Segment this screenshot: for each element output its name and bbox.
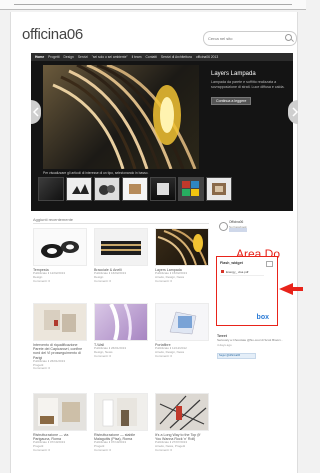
slider-thumbnails <box>38 177 234 201</box>
search-icon[interactable] <box>285 34 292 41</box>
chevron-right-icon <box>292 107 299 117</box>
post-comments[interactable]: Commenti: 0 <box>33 367 85 371</box>
post-card[interactable]: Layers Lampada Pubblicato il 15/02/2013 … <box>155 228 209 284</box>
post-image[interactable] <box>94 303 148 341</box>
post-comments[interactable]: Commenti: 0 <box>94 279 146 284</box>
thumbnail[interactable] <box>206 177 232 201</box>
nav-item-contatti[interactable]: Contatti <box>146 55 157 59</box>
nav-item-progetti[interactable]: Progetti <box>48 55 59 59</box>
post-image[interactable] <box>155 228 209 266</box>
thumbnail[interactable] <box>122 177 148 201</box>
post-comments[interactable]: Commenti: 0 <box>155 354 207 359</box>
post-image[interactable] <box>33 228 87 266</box>
nav-item-home[interactable]: Home <box>35 55 44 59</box>
file-icon <box>221 270 224 273</box>
post-card[interactable]: T-Wall Pubblicato il 26/01/2013 Design, … <box>94 303 148 359</box>
thumbnail[interactable] <box>150 177 176 201</box>
section-title: Aggiunti recentemente <box>33 217 74 222</box>
nav-item-design[interactable]: Design <box>64 55 74 59</box>
post-card[interactable]: Intervento di riqualificazione Parete de… <box>33 303 87 371</box>
thumbnail[interactable] <box>66 177 92 201</box>
social-widget: Officina06 Su Facebook <box>217 218 291 242</box>
nav-item-team[interactable]: Il team <box>132 55 142 59</box>
thumbnail[interactable] <box>178 177 204 201</box>
slide-description: Lampada da parete e soffitto realizzata … <box>211 80 285 89</box>
browser-toolbar <box>0 0 306 10</box>
post-image[interactable] <box>155 393 209 431</box>
social-name[interactable]: Officina06 <box>229 220 243 224</box>
featured-slider: Home Progetti Design Servizi "sei solo o… <box>31 53 293 211</box>
social-icon[interactable] <box>219 222 228 231</box>
nav-item-2013[interactable]: officina06 2013 <box>196 55 218 59</box>
slider-next-button[interactable] <box>288 100 299 124</box>
search-input[interactable] <box>208 33 278 43</box>
post-image[interactable] <box>94 228 148 266</box>
slider-caption: Per visualizzare gli articoli di interes… <box>43 171 149 175</box>
box-widget: Flash_widget Energy_ visa pdf box <box>216 256 278 326</box>
read-more-button[interactable]: Continua a leggere <box>211 97 252 106</box>
tweet-age: 4 days ago <box>217 342 232 347</box>
post-card[interactable]: Bracciale & Anelli Pubblicato il 16/02/2… <box>94 228 148 284</box>
post-title[interactable]: Intervento di riqualificazione Parete de… <box>33 343 85 360</box>
post-comments[interactable]: Commenti: 0 <box>94 448 146 453</box>
follow-button[interactable]: Segui @officina06 <box>217 352 256 359</box>
post-card[interactable]: Tempesta Pubblicato il 12/02/2013 Design… <box>33 228 87 284</box>
box-widget-title: Flash_widget <box>220 261 243 265</box>
expand-icon[interactable] <box>266 261 273 267</box>
search-box[interactable] <box>203 31 297 46</box>
file-row[interactable]: Energy_ visa pdf <box>220 269 264 276</box>
twitter-widget: Tweet Seriously a Chocolate @No-cool di … <box>217 334 287 359</box>
annotation-arrow-icon <box>279 283 303 295</box>
post-image[interactable] <box>155 303 209 341</box>
post-card[interactable]: Ristrutturazione — stabile Malaguitis (P… <box>94 393 148 453</box>
post-image[interactable] <box>33 393 87 431</box>
nav-item-servizi[interactable]: Servizi <box>78 55 88 59</box>
post-card[interactable]: Portafibre Pubblicato il 11/12/2012 Arre… <box>155 303 209 359</box>
post-comments[interactable]: Commenti: 0 <box>155 448 207 453</box>
section-divider <box>33 223 209 224</box>
thumbnail[interactable] <box>94 177 120 201</box>
post-image[interactable] <box>94 393 148 431</box>
file-name[interactable]: Energy_ visa pdf <box>226 270 248 274</box>
slide-title[interactable]: Layers Lampada <box>211 71 289 77</box>
thumbnail[interactable] <box>38 177 64 201</box>
nav-item-ambiente[interactable]: "sei solo o sei ambiente" <box>92 55 128 59</box>
post-comments[interactable]: Commenti: 0 <box>33 279 85 284</box>
nav-item-architettura[interactable]: Servizi di Architettura <box>161 55 192 59</box>
post-comments[interactable]: Commenti: 0 <box>155 279 207 284</box>
main-nav: Home Progetti Design Servizi "sei solo o… <box>31 53 293 61</box>
like-button[interactable] <box>229 228 247 232</box>
site-logo[interactable]: officina06 <box>22 26 83 43</box>
post-comments[interactable]: Commenti: 0 <box>94 354 146 359</box>
post-comments[interactable]: Commenti: 0 <box>33 448 85 453</box>
chevron-left-icon <box>32 107 39 117</box>
post-card[interactable]: It's a Long Way to the Top (If You Wanna… <box>155 393 209 453</box>
post-card[interactable]: Ristrutturazione — via Parigauna, Roma P… <box>33 393 87 453</box>
box-logo: box <box>256 314 269 321</box>
slide-info: Layers Lampada Lampada da parete e soffi… <box>211 71 289 107</box>
hero-image[interactable] <box>43 65 199 169</box>
post-image[interactable] <box>33 303 87 341</box>
